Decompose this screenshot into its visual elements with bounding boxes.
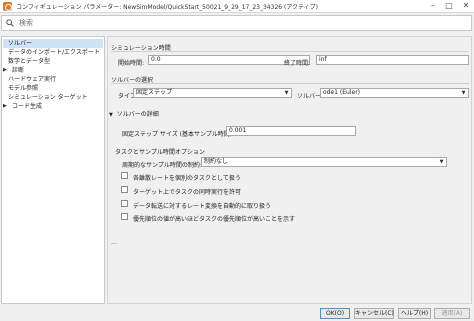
checkbox-allow-concurrent-tasks[interactable] xyxy=(121,186,128,193)
chevron-down-icon: ▼ xyxy=(284,90,289,96)
periodic-constraint-value: 制約なし xyxy=(204,158,229,165)
tree-item-label: シミュレーション ターゲット xyxy=(8,94,88,101)
minimize-button[interactable]: – xyxy=(425,0,441,13)
section-title-solver-details: ソルバーの詳細 xyxy=(116,111,159,118)
tree-item-data-import-export[interactable]: データのインポート/エクスポート xyxy=(8,48,100,57)
tree-item-label: 診断 xyxy=(12,67,25,74)
section-divider xyxy=(111,51,469,52)
tree-item-diagnostics[interactable]: ▶ 診断 xyxy=(3,66,24,75)
search-icon xyxy=(6,19,14,27)
solver-settings-panel: シミュレーション時間 開始時間: 0.0 終了時間: inf ソルバーの選択 タ… xyxy=(107,36,472,304)
advanced-parameters-ellipsis[interactable]: ... xyxy=(111,239,117,246)
checkbox-label: 各離散レートを個別のタスクとして扱う xyxy=(133,175,241,182)
checkbox-label: 優先順位の値が高いほどタスクの優先順位が高いことを示す xyxy=(133,216,296,223)
tree-item-label: データのインポート/エクスポート xyxy=(8,49,100,56)
title-bar: コンフィギュレーション パラメーター: NewSimModel/QuickSta… xyxy=(0,0,474,13)
cancel-button[interactable]: キャンセル(C) xyxy=(354,308,394,319)
chevron-down-icon: ▼ xyxy=(461,90,466,96)
chevron-down-icon: ▼ xyxy=(439,159,444,165)
checkbox-auto-rate-transition[interactable] xyxy=(121,200,128,207)
section-divider xyxy=(111,83,469,84)
tree-item-math-data-types[interactable]: 数学とデータ型 xyxy=(8,57,50,66)
matlab-app-icon xyxy=(3,2,12,11)
expand-arrow-icon[interactable]: ▶ xyxy=(3,66,7,75)
checkbox-label: ターゲット上でタスクの同時実行を許可 xyxy=(133,189,242,196)
solver-value: ode1 (Euler) xyxy=(323,89,360,96)
help-button[interactable]: ヘルプ(H) xyxy=(398,308,431,319)
checkbox-treat-discrete-rate[interactable] xyxy=(121,172,128,179)
search-input[interactable] xyxy=(19,17,459,29)
fixed-step-size-label: 固定ステップ サイズ (基本サンプル時間): xyxy=(122,131,235,138)
tree-item-solver[interactable]: ソルバー xyxy=(3,39,103,48)
tree-item-label: ソルバー xyxy=(8,40,33,47)
maximize-button[interactable]: □ xyxy=(441,0,457,13)
periodic-constraint-label: 周期的なサンプル時間の制約: xyxy=(122,162,202,169)
start-time-label: 開始時間: xyxy=(118,60,145,67)
tree-item-label: コード生成 xyxy=(12,103,43,110)
solver-type-dropdown[interactable]: 固定ステップ ▼ xyxy=(133,88,292,98)
search-bar xyxy=(1,15,472,31)
solver-type-value: 固定ステップ xyxy=(136,89,173,96)
section-title-tasking: タスクとサンプル時間オプション xyxy=(115,149,205,156)
tree-item-label: モデル参照 xyxy=(8,85,39,92)
expand-arrow-icon[interactable]: ▶ xyxy=(3,102,7,111)
checkbox-label: データ転送に対するレート変換を自動的に取り扱う xyxy=(133,203,272,210)
close-button[interactable]: ✕ xyxy=(458,0,474,13)
tree-item-simulation-target[interactable]: シミュレーション ターゲット xyxy=(8,93,88,102)
stop-time-field[interactable]: inf xyxy=(316,55,469,65)
periodic-constraint-dropdown[interactable]: 制約なし ▼ xyxy=(201,157,447,167)
window-title: コンフィギュレーション パラメーター: NewSimModel/QuickSta… xyxy=(16,4,319,11)
category-tree: ソルバー データのインポート/エクスポート 数学とデータ型 ▶ 診断 ハードウェ… xyxy=(1,36,105,304)
tree-item-code-generation[interactable]: ▶ コード生成 xyxy=(3,102,42,111)
collapse-arrow-icon: ▼ xyxy=(109,112,113,118)
tree-item-label: 数学とデータ型 xyxy=(8,58,51,65)
apply-button[interactable]: 適用(A) xyxy=(434,308,470,319)
stop-time-label: 終了時間: xyxy=(284,60,311,67)
tree-item-label: ハードウェア実行 xyxy=(8,76,57,83)
fixed-step-size-field[interactable]: 0.001 xyxy=(226,126,356,136)
ok-button[interactable]: OK(O) xyxy=(320,308,350,319)
checkbox-higher-priority[interactable] xyxy=(121,213,128,220)
solver-details-toggle[interactable]: ▼ ソルバーの詳細 xyxy=(109,109,159,118)
solver-dropdown[interactable]: ode1 (Euler) ▼ xyxy=(320,88,469,98)
tree-item-hardware-implementation[interactable]: ハードウェア実行 xyxy=(8,75,56,84)
tree-item-model-referencing[interactable]: モデル参照 xyxy=(8,84,38,93)
